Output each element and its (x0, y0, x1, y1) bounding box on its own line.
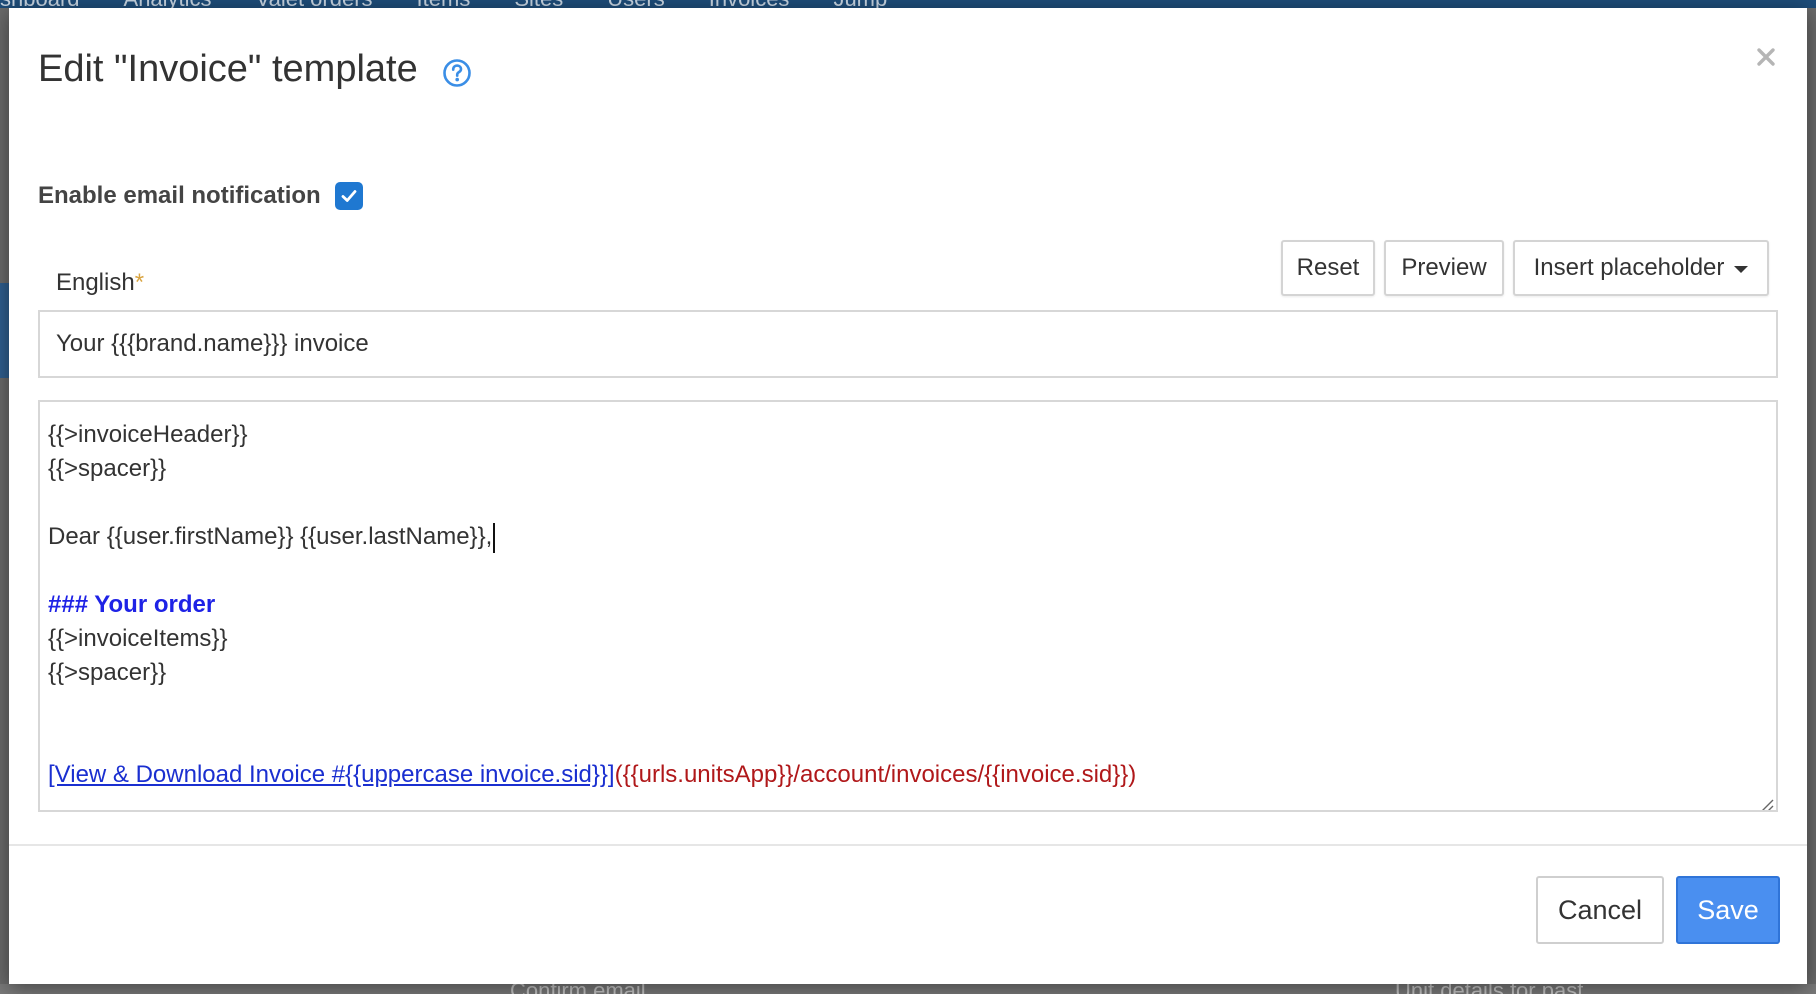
background-bottom-strip: Confirm email Unit details for past (0, 984, 1816, 994)
bg-nav-item: Items (417, 0, 471, 8)
reset-button[interactable]: Reset (1281, 240, 1375, 296)
body-line-greeting: Dear {{user.firstName}} {{user.lastName}… (48, 520, 1768, 554)
email-notification-checkbox[interactable] (334, 182, 363, 210)
bg-nav-item: Jump (833, 0, 887, 8)
bg-nav-item: Invoices (709, 0, 790, 8)
text-cursor (493, 522, 496, 553)
insert-placeholder-label: Insert placeholder (1533, 254, 1725, 281)
markdown-link-url: ({{urls.unitsApp}}/account/invoices/{{in… (614, 761, 1137, 788)
body-line: {{>invoiceHeader}} (48, 421, 248, 448)
body-line (48, 724, 1768, 758)
edit-template-modal: Edit "Invoice" template Enable email not… (9, 8, 1807, 984)
body-line: {{>spacer}} (48, 455, 167, 482)
body-editor[interactable]: {{>invoiceHeader}} {{>spacer}} Dear {{us… (38, 400, 1778, 812)
background-accent (0, 283, 9, 378)
bg-fragment: Unit details for past (1395, 984, 1583, 994)
bg-nav-item: Sites (514, 0, 563, 8)
close-button[interactable] (1751, 42, 1781, 72)
modal-title: Edit "Invoice" template (38, 48, 418, 90)
bg-nav-item: Valet orders (256, 0, 373, 8)
body-line (48, 554, 1768, 588)
checkmark-icon (341, 190, 357, 202)
bg-nav-item: Analytics (124, 0, 212, 8)
email-notification-row: Enable email notification (38, 176, 363, 216)
tab-english[interactable]: English * (38, 248, 162, 314)
resize-handle-icon[interactable] (1758, 792, 1774, 810)
cancel-button[interactable]: Cancel (1536, 876, 1664, 944)
background-right-strip (1807, 8, 1816, 994)
background-left-strip (0, 8, 9, 994)
body-line (48, 690, 1768, 724)
bg-fragment: Confirm email (510, 984, 646, 994)
body-line: {{>invoiceItems}} (48, 625, 228, 652)
email-notification-label: Enable email notification (38, 182, 321, 209)
body-line-link: [View & Download Invoice #{{uppercase in… (48, 758, 1768, 792)
markdown-link-text: [View & Download Invoice #{{uppercase in… (48, 761, 615, 788)
insert-placeholder-button[interactable]: Insert placeholder (1513, 240, 1769, 296)
body-line (48, 486, 1768, 520)
subject-input[interactable] (38, 310, 1778, 378)
tab-english-label: English (55, 268, 135, 296)
required-marker: * (134, 268, 145, 296)
bg-nav-item: Users (607, 0, 664, 8)
footer-divider (9, 844, 1807, 846)
close-icon (1757, 48, 1775, 66)
preview-button[interactable]: Preview (1384, 240, 1504, 296)
bg-nav-item: shboard (0, 0, 80, 8)
background-nav-bar: shboard Analytics Valet orders Items Sit… (0, 0, 1816, 8)
caret-down-icon (1734, 265, 1749, 273)
save-button[interactable]: Save (1676, 876, 1780, 944)
body-line-heading: ### Your order (48, 591, 216, 618)
greeting-text: Dear {{user.firstName}} {{user.lastName}… (48, 523, 493, 550)
body-line: {{>spacer}} (48, 659, 167, 686)
background-nav-items: shboard Analytics Valet orders Items Sit… (0, 0, 887, 8)
question-circle-icon[interactable] (442, 58, 472, 88)
